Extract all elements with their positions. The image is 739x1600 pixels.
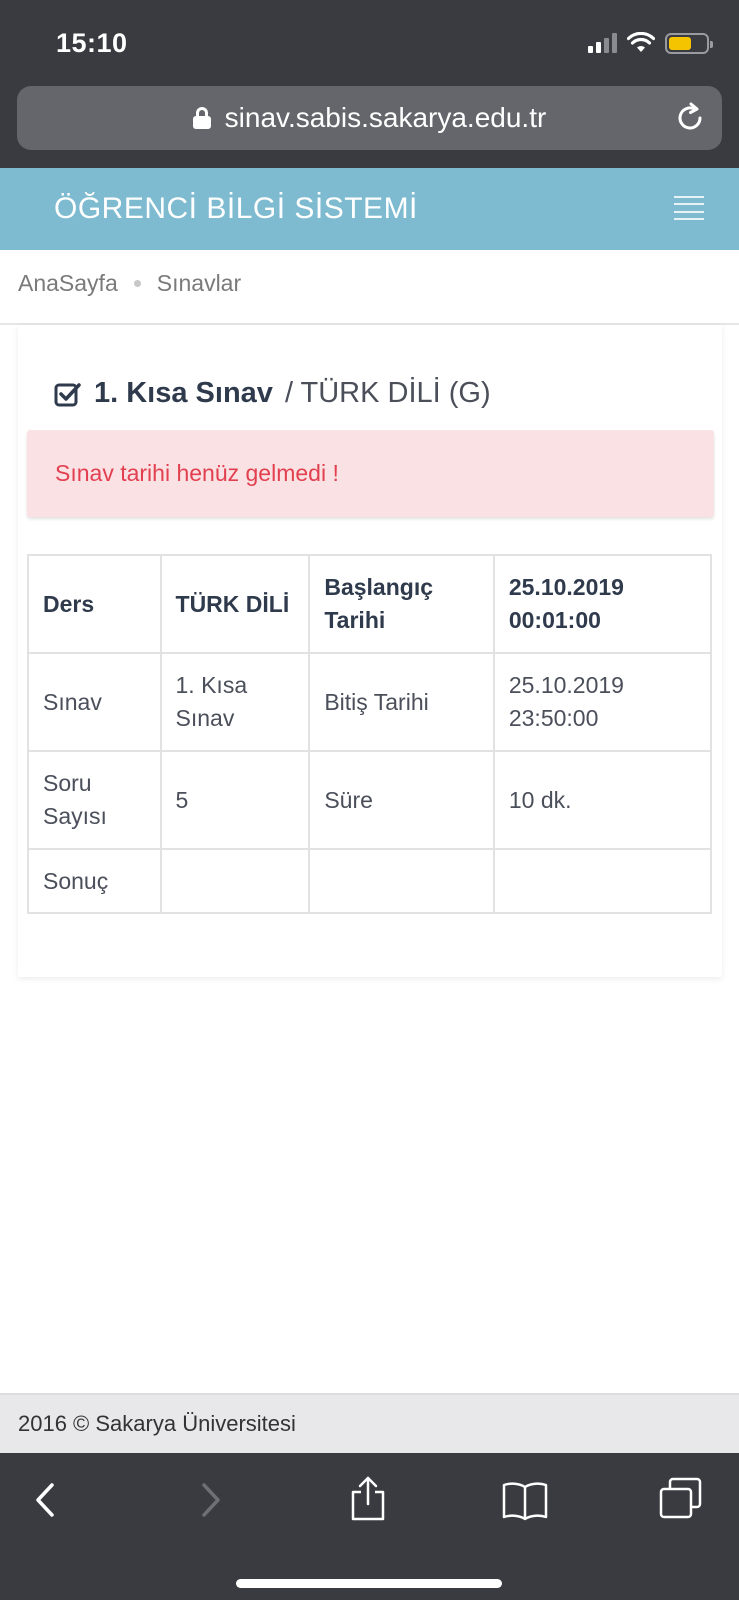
breadcrumb-current[interactable]: Sınavlar bbox=[157, 270, 241, 297]
footer-text: 2016 © Sakarya Üniversitesi bbox=[18, 1411, 296, 1436]
status-icons bbox=[588, 30, 713, 56]
url-text: sinav.sabis.sakarya.edu.tr bbox=[224, 102, 547, 133]
table-cell: 25.10.2019 00:01:00 bbox=[492, 554, 713, 654]
table-cell: 10 dk. bbox=[492, 750, 713, 850]
url-bar[interactable]: sinav.sabis.sakarya.edu.tr bbox=[17, 86, 722, 150]
table-cell: 1. Kısa Sınav bbox=[159, 652, 311, 752]
browser-toolbar bbox=[0, 1453, 739, 1600]
breadcrumb-home[interactable]: AnaSayfa bbox=[18, 270, 118, 297]
status-bar: 15:10 sinav.sabis.sakarya.edu.tr bbox=[0, 0, 739, 168]
share-icon[interactable] bbox=[343, 1475, 393, 1525]
table-row: Sonuç bbox=[27, 848, 713, 914]
table-cell: Soru Sayısı bbox=[27, 750, 162, 850]
course-name: / TÜRK DİLİ (G) bbox=[284, 377, 491, 409]
battery-icon bbox=[665, 32, 713, 54]
wifi-icon bbox=[627, 32, 655, 52]
table-cell: Başlangıç Tarihi bbox=[308, 554, 495, 654]
reload-icon[interactable] bbox=[674, 102, 706, 134]
home-indicator[interactable] bbox=[236, 1579, 502, 1588]
table-cell: TÜRK DİLİ bbox=[159, 554, 311, 654]
table-cell bbox=[308, 848, 495, 914]
table-cell: 25.10.2019 23:50:00 bbox=[492, 652, 713, 752]
breadcrumb: AnaSayfa Sınavlar bbox=[18, 270, 241, 297]
page-footer: 2016 © Sakarya Üniversitesi bbox=[0, 1393, 739, 1453]
table-cell: 5 bbox=[159, 750, 311, 850]
table-cell: Ders bbox=[27, 554, 162, 654]
table-cell: Süre bbox=[308, 750, 495, 850]
bookmarks-icon[interactable] bbox=[500, 1475, 550, 1525]
table-cell: Sınav bbox=[27, 652, 162, 752]
table-row: Sınav 1. Kısa Sınav Bitiş Tarihi 25.10.2… bbox=[27, 652, 713, 752]
exam-name: 1. Kısa Sınav bbox=[94, 377, 273, 409]
exam-info-table: Ders TÜRK DİLİ Başlangıç Tarihi 25.10.20… bbox=[27, 554, 713, 914]
status-time: 15:10 bbox=[56, 28, 128, 58]
back-icon[interactable] bbox=[22, 1475, 72, 1525]
tabs-icon[interactable] bbox=[656, 1475, 706, 1525]
app-header: ÖĞRENCİ BİLGİ SİSTEMİ bbox=[0, 168, 739, 250]
table-row: Soru Sayısı 5 Süre 10 dk. bbox=[27, 750, 713, 850]
alert-text: Sınav tarihi henüz gelmedi ! bbox=[55, 460, 339, 486]
lock-icon bbox=[192, 107, 211, 129]
page-title: 1. Kısa Sınav / TÜRK DİLİ (G) bbox=[54, 377, 491, 410]
table-cell: Bitiş Tarihi bbox=[308, 652, 495, 752]
signal-icon bbox=[588, 33, 617, 53]
table-row: Ders TÜRK DİLİ Başlangıç Tarihi 25.10.20… bbox=[27, 554, 713, 654]
forward-icon[interactable] bbox=[184, 1475, 234, 1525]
hamburger-icon[interactable] bbox=[674, 196, 704, 220]
table-cell bbox=[159, 848, 311, 914]
app-title[interactable]: ÖĞRENCİ BİLGİ SİSTEMİ bbox=[54, 192, 418, 226]
exam-card: 1. Kısa Sınav / TÜRK DİLİ (G) Sınav tari… bbox=[18, 325, 722, 977]
breadcrumb-separator bbox=[133, 280, 141, 287]
table-cell bbox=[492, 848, 713, 914]
check-square-icon bbox=[54, 382, 81, 406]
alert-message: Sınav tarihi henüz gelmedi ! bbox=[27, 430, 714, 517]
table-cell: Sonuç bbox=[27, 848, 162, 914]
